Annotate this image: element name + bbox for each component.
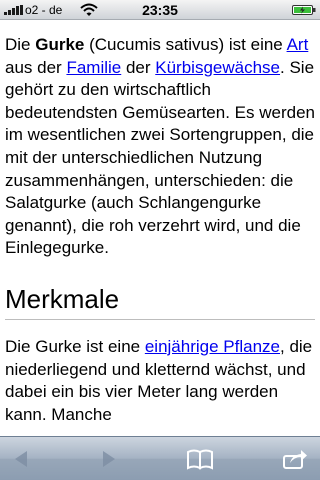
link-kuerbisgewaechse[interactable]: Kürbisgewächse xyxy=(155,58,280,77)
bookmarks-button[interactable] xyxy=(186,445,214,473)
section-heading-merkmale: Merkmale xyxy=(5,282,315,320)
term-gurke: Gurke xyxy=(35,35,85,54)
link-art[interactable]: Art xyxy=(287,35,309,54)
status-bar: o2 - de 23:35 xyxy=(0,0,320,20)
intro-text-4: der xyxy=(121,57,156,77)
article-content[interactable]: Die Gurke (Cucumis sativus) ist eine Art… xyxy=(0,20,320,436)
battery-icon xyxy=(292,5,316,15)
intro-text-5: . Sie gehört zu den wirtschaftlich bedeu… xyxy=(5,57,315,258)
forward-arrow-icon xyxy=(103,451,115,467)
merkmale-paragraph: Die Gurke ist eine einjährige Pflanze, d… xyxy=(5,336,315,426)
intro-text-2: (Cucumis sativus) ist eine xyxy=(84,35,287,54)
forward-button[interactable] xyxy=(94,445,122,473)
share-button[interactable] xyxy=(281,445,309,473)
share-arrow-icon xyxy=(283,450,307,469)
bookmarks-book-icon xyxy=(187,449,213,470)
clock: 23:35 xyxy=(142,2,178,18)
browser-toolbar xyxy=(0,436,320,480)
intro-paragraph: Die Gurke (Cucumis sativus) ist eine Art… xyxy=(5,34,315,260)
link-familie[interactable]: Familie xyxy=(66,58,121,77)
back-button[interactable] xyxy=(8,445,36,473)
intro-text-3: aus der xyxy=(5,57,67,77)
merkmale-text-1: Die Gurke ist eine xyxy=(5,336,145,356)
link-einjaehrige-pflanze[interactable]: einjährige Pflanze xyxy=(145,337,280,356)
intro-text-1: Die xyxy=(5,35,36,54)
back-arrow-icon xyxy=(15,451,27,467)
